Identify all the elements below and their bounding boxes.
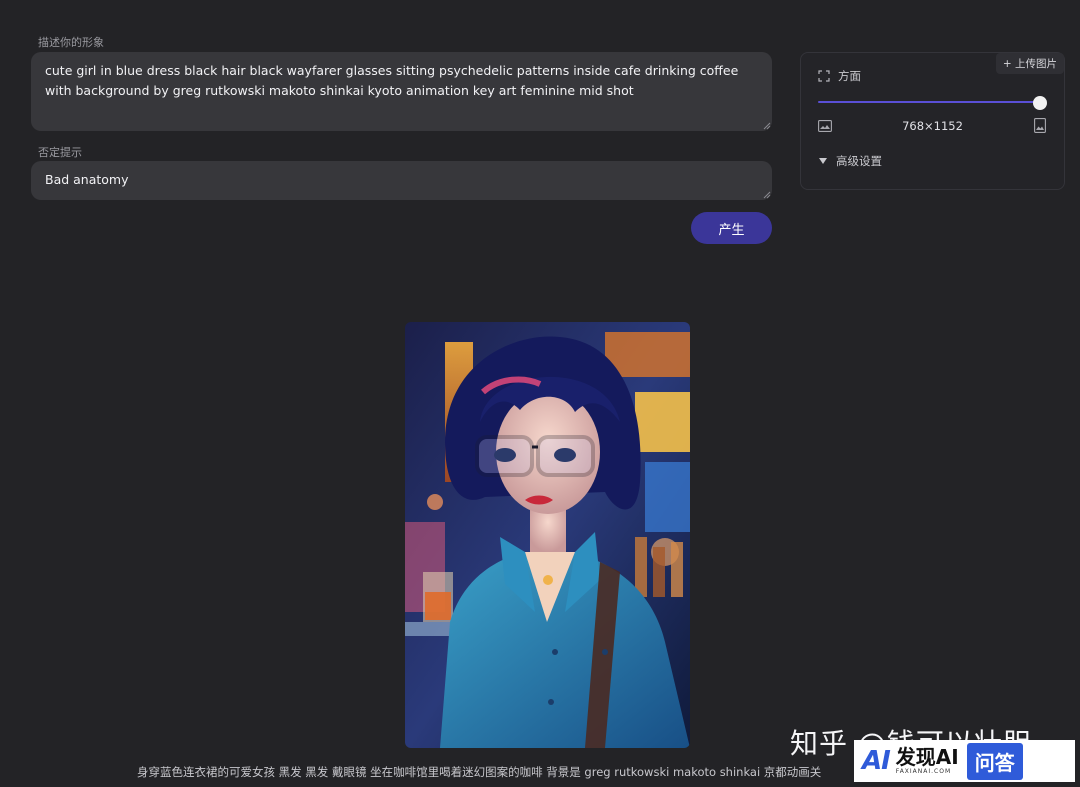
negative-prompt-label: 否定提示 (38, 146, 82, 159)
aspect-label: 方面 (838, 69, 861, 83)
resize-grip-icon[interactable] (763, 191, 771, 199)
generated-image[interactable] (405, 322, 690, 748)
expand-icon (818, 70, 830, 82)
prompt-input[interactable]: cute girl in blue dress black hair black… (31, 52, 772, 131)
badge-title: 发现AI (895, 745, 959, 769)
negative-prompt-input[interactable]: Bad anatomy (31, 161, 772, 200)
advanced-settings-label: 高级设置 (836, 154, 882, 168)
result-caption: 身穿蓝色连衣裙的可爱女孩 黑发 黑发 戴眼镜 坐在咖啡馆里喝着迷幻图案的咖啡 背… (137, 765, 822, 779)
image-portrait-icon[interactable] (1034, 118, 1046, 133)
prompt-label: 描述你的形象 (38, 36, 104, 49)
badge-qa: 问答 (966, 742, 1023, 780)
faxianai-logo: AI (862, 746, 891, 776)
generate-button[interactable]: 产生 (691, 212, 772, 244)
image-size-text: 768×1152 (902, 119, 963, 133)
advanced-settings-toggle[interactable]: 高级设置 (818, 153, 882, 169)
badge-domain: FAXIANAI.COM (895, 768, 952, 775)
triangle-down-icon (819, 158, 827, 164)
aspect-row: 方面 (818, 68, 861, 84)
upload-image-button[interactable]: + 上传图片 (996, 53, 1064, 74)
aspect-slider-track[interactable] (818, 101, 1040, 103)
resize-grip-icon[interactable] (763, 122, 771, 130)
faxianai-badge: AI 发现AI FAXIANAI.COM 问答 (854, 740, 1075, 782)
image-landscape-icon[interactable] (818, 120, 832, 132)
aspect-slider-thumb[interactable] (1033, 96, 1047, 110)
